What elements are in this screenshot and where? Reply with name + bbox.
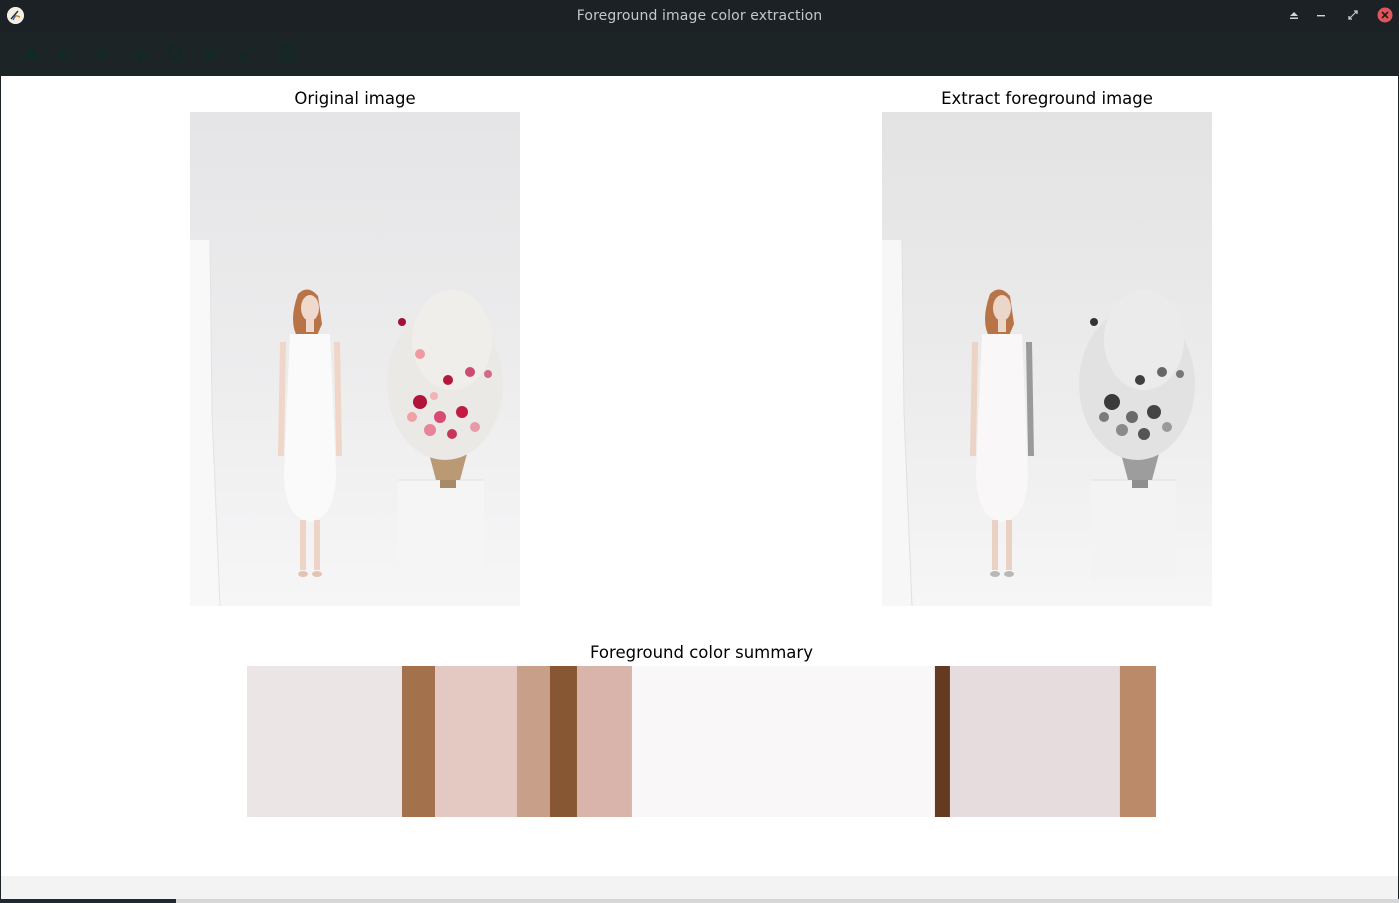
color-swatch-1 xyxy=(247,666,403,817)
color-palette-bar xyxy=(247,666,1156,817)
color-swatch-5 xyxy=(549,666,578,817)
navigation-toolbar xyxy=(0,32,1399,76)
color-swatch-7 xyxy=(631,666,936,817)
taskbar-edge xyxy=(0,899,1399,903)
back-icon[interactable] xyxy=(54,43,76,65)
status-bar xyxy=(1,876,1398,899)
color-swatch-10 xyxy=(1119,666,1156,817)
color-swatch-8 xyxy=(934,666,951,817)
forward-icon[interactable] xyxy=(88,43,110,65)
original-image-title: Original image xyxy=(294,89,416,108)
close-icon[interactable] xyxy=(1377,7,1393,23)
keep-above-icon[interactable] xyxy=(1287,8,1301,22)
color-summary-title: Foreground color summary xyxy=(590,643,813,662)
color-swatch-4 xyxy=(516,666,551,817)
window-titlebar: Foreground image color extraction xyxy=(0,0,1399,32)
original-image xyxy=(190,112,520,606)
configure-subplots-icon[interactable] xyxy=(199,43,221,65)
extract-foreground-image xyxy=(882,112,1212,606)
minimize-icon[interactable] xyxy=(1314,8,1328,22)
save-icon[interactable] xyxy=(276,43,298,65)
color-swatch-3 xyxy=(434,666,518,817)
home-icon[interactable] xyxy=(20,43,42,65)
edit-axes-icon[interactable] xyxy=(235,43,257,65)
extract-image-title: Extract foreground image xyxy=(941,89,1153,108)
pan-icon[interactable] xyxy=(129,43,151,65)
window-title: Foreground image color extraction xyxy=(576,8,823,24)
zoom-icon[interactable] xyxy=(165,43,187,65)
color-swatch-6 xyxy=(576,666,633,817)
color-swatch-2 xyxy=(401,666,436,817)
maximize-icon[interactable] xyxy=(1346,8,1360,22)
color-swatch-9 xyxy=(949,666,1121,817)
